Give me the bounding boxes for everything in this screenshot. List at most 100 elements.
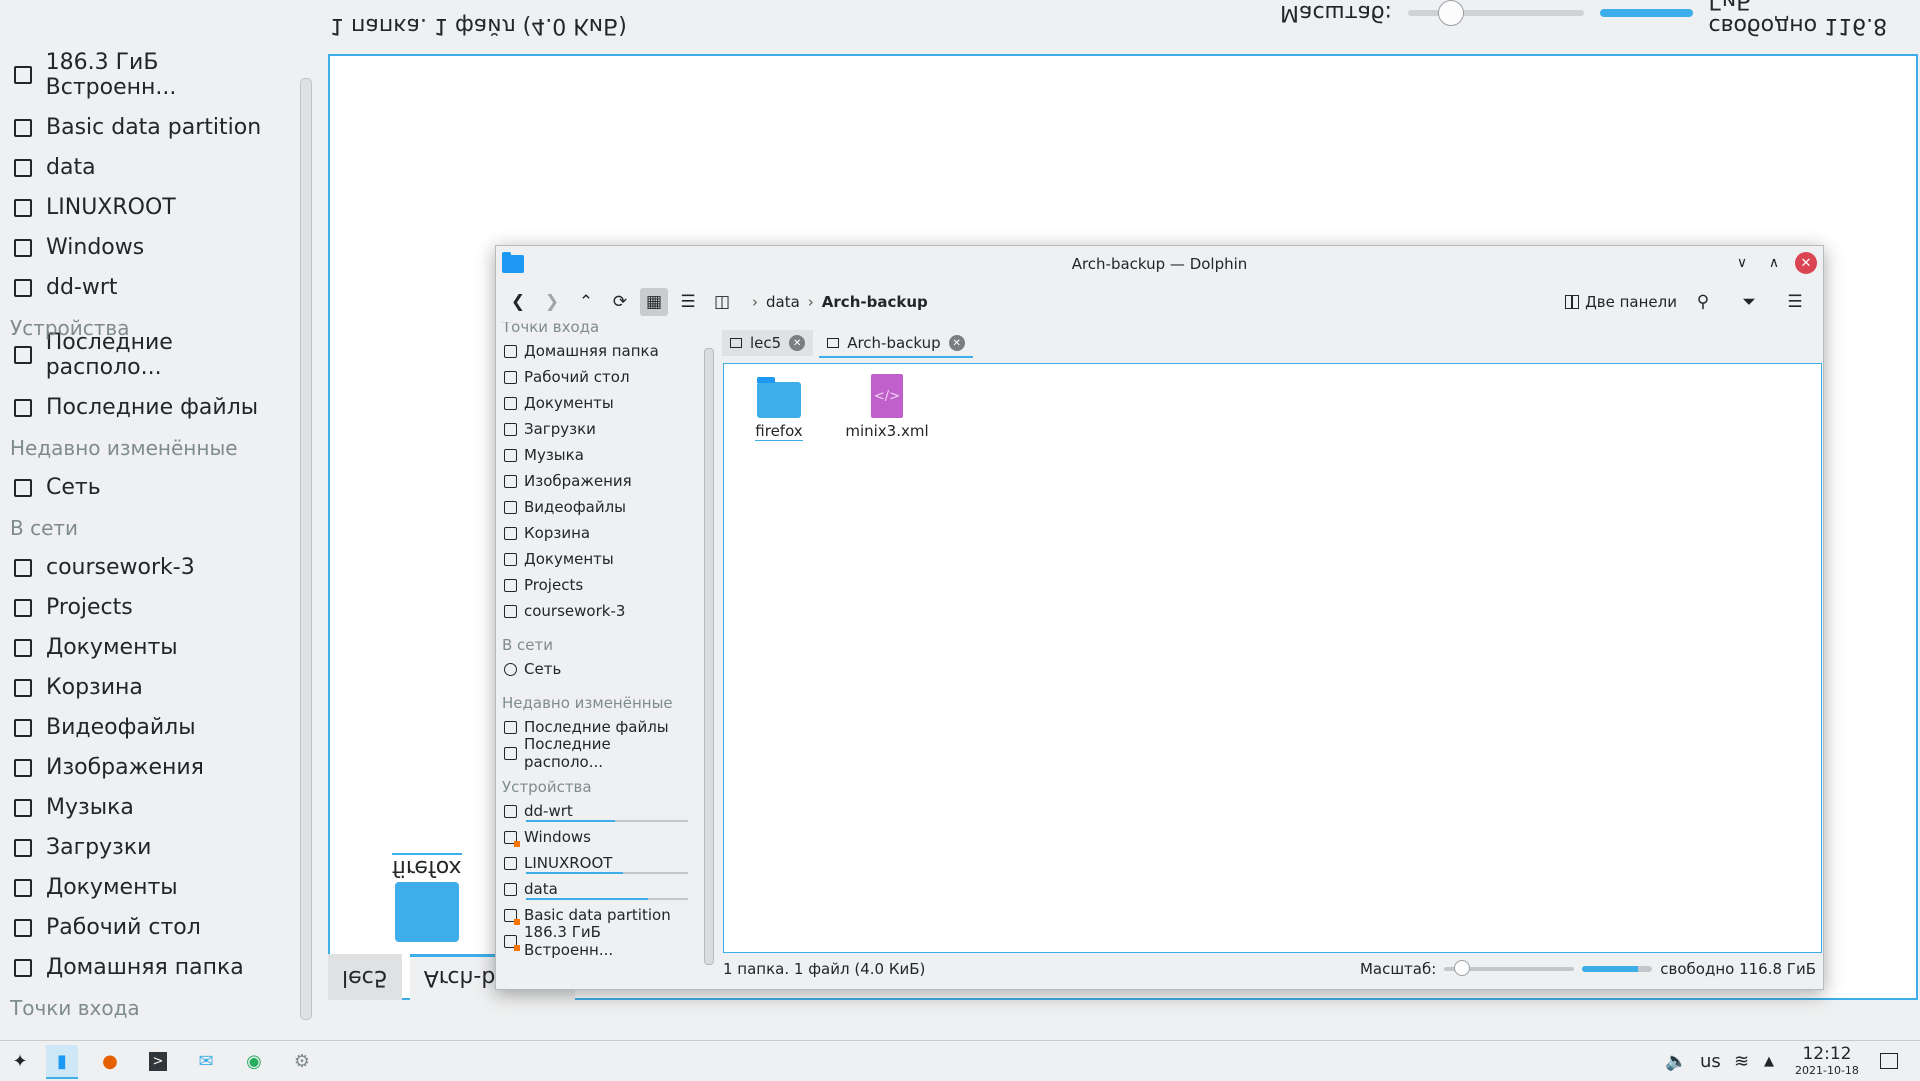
- bg-sidebar-item: Документы: [14, 875, 178, 900]
- forward-button[interactable]: ❯: [538, 288, 566, 316]
- drive-icon: [504, 830, 520, 847]
- title-bar[interactable]: Arch-backup — Dolphin ∨ ∧ ✕: [496, 246, 1823, 282]
- compact-view-button[interactable]: ☰: [674, 288, 702, 316]
- bg-place-icon: [14, 878, 32, 897]
- volume-icon[interactable]: 🔈: [1665, 1041, 1687, 1081]
- bg-status: 1 папка. 1 файл (4.0 КиБ): [330, 13, 627, 38]
- place-item-entry[interactable]: coursework-3: [496, 598, 692, 624]
- wifi-icon[interactable]: ≋: [1734, 1041, 1749, 1081]
- keyboard-layout[interactable]: us: [1700, 1041, 1721, 1081]
- taskbar-app[interactable]: ◉: [238, 1045, 270, 1077]
- place-item-entry[interactable]: Projects: [496, 572, 692, 598]
- bg-place-icon: [14, 838, 32, 857]
- zoom-knob[interactable]: [1454, 960, 1471, 976]
- tab-bar: lec5 ✕ Arch-backup ✕: [722, 330, 973, 358]
- bg-place-icon: [14, 678, 32, 697]
- bg-folder-icon: [395, 882, 459, 942]
- bg-sidebar-item: Basic data partition: [14, 115, 261, 140]
- icons-view-button[interactable]: ▦: [640, 288, 668, 316]
- dolphin-app-icon[interactable]: [502, 252, 524, 273]
- close-tab-icon[interactable]: ✕: [948, 335, 965, 351]
- place-icon: [504, 500, 517, 514]
- maximize-button[interactable]: ∧: [1763, 252, 1785, 274]
- places-scrollbar[interactable]: [704, 348, 714, 965]
- place-item-device[interactable]: LINUXROOT: [496, 850, 692, 876]
- place-item-entry[interactable]: Корзина: [496, 520, 692, 546]
- bg-place-label: data: [46, 155, 96, 180]
- place-label: dd-wrt: [524, 802, 573, 820]
- bg-folder-label: firefox: [392, 853, 462, 880]
- place-item-device[interactable]: data: [496, 876, 692, 902]
- tab-lec5[interactable]: lec5 ✕: [722, 330, 814, 356]
- close-button[interactable]: ✕: [1795, 252, 1817, 274]
- place-item-entry[interactable]: Документы: [496, 546, 692, 572]
- folder-icon: [730, 338, 742, 348]
- place-icon: [504, 604, 517, 618]
- zoom-slider[interactable]: [1444, 960, 1575, 976]
- search-button[interactable]: ⚲: [1689, 288, 1717, 316]
- back-button[interactable]: ❮: [504, 288, 532, 316]
- place-item-entry[interactable]: Домашняя папка: [496, 338, 692, 364]
- up-button[interactable]: ⌃: [572, 288, 600, 316]
- free-space-fill: [1582, 966, 1639, 972]
- place-item-entry[interactable]: Видеофайлы: [496, 494, 692, 520]
- filter-button[interactable]: ⏷: [1735, 288, 1763, 316]
- bg-sidebar-item: Музыка: [14, 795, 134, 820]
- place-item-entry[interactable]: Музыка: [496, 442, 692, 468]
- status-summary: 1 папка. 1 файл (4.0 КиБ): [723, 960, 926, 978]
- bg-sidebar-item: Домашняя папка: [14, 955, 244, 980]
- bg-place-label: Windows: [46, 235, 145, 260]
- place-item-entry[interactable]: Загрузки: [496, 416, 692, 442]
- taskbar-chat[interactable]: ✉: [190, 1045, 222, 1077]
- place-item-device[interactable]: 186.3 ГиБ Встроенн...: [496, 923, 692, 959]
- place-item-device[interactable]: dd-wrt: [496, 798, 692, 824]
- taskbar-settings[interactable]: ⚙: [286, 1045, 318, 1077]
- place-item-entry[interactable]: Рабочий стол: [496, 364, 692, 390]
- tab-label: Arch-backup: [847, 334, 941, 352]
- bg-free-bar: [1599, 9, 1693, 17]
- file-view[interactable]: firefox </> minix3.xml: [723, 363, 1822, 953]
- tab-arch-backup[interactable]: Arch-backup ✕: [819, 330, 973, 358]
- window-title: Arch-backup — Dolphin: [1071, 255, 1248, 273]
- dolphin-window[interactable]: Arch-backup — Dolphin ∨ ∧ ✕ ❮ ❯ ⌃ ⟳ ▦ ☰ …: [495, 245, 1824, 990]
- taskbar-firefox[interactable]: ●: [94, 1045, 126, 1077]
- place-icon: [504, 344, 517, 358]
- place-icon: [504, 474, 517, 488]
- place-label: coursework-3: [524, 602, 626, 620]
- tray-expand-icon[interactable]: ▲: [1764, 1041, 1774, 1081]
- file-item-minix3[interactable]: </> minix3.xml: [842, 374, 932, 440]
- network-icon: [504, 662, 517, 676]
- taskbar-dolphin[interactable]: ▮: [46, 1045, 78, 1079]
- place-item-recent[interactable]: Последние располо...: [496, 735, 692, 771]
- details-view-button[interactable]: ◫: [708, 288, 736, 316]
- reload-button[interactable]: ⟳: [606, 288, 634, 316]
- bg-sidebar-item: Видеофайлы: [14, 715, 196, 740]
- place-item-network[interactable]: Сеть: [496, 656, 692, 682]
- places-section-entry: Точки входа: [502, 322, 600, 336]
- app-launcher-button[interactable]: ✦: [4, 1045, 36, 1077]
- bg-zoom: Масштаб: свободно 116.8 ГиБ: [1280, 0, 1920, 38]
- toolbar: ❮ ❯ ⌃ ⟳ ▦ ☰ ◫ › data › Arch-backup Две п…: [496, 282, 1823, 322]
- crumb-current[interactable]: Arch-backup: [822, 293, 928, 311]
- bg-sidebar-item: LINUXROOT: [14, 195, 176, 220]
- place-item-entry[interactable]: Изображения: [496, 468, 692, 494]
- menu-button[interactable]: ☰: [1781, 288, 1809, 316]
- clock[interactable]: 12:12 2021-10-18: [1795, 1044, 1859, 1077]
- places-panel[interactable]: Точки входа Домашняя папка Рабочий стол До…: [496, 322, 692, 989]
- file-item-firefox[interactable]: firefox: [734, 374, 824, 441]
- xml-file-icon: </>: [871, 374, 903, 418]
- place-label: Корзина: [524, 524, 591, 542]
- place-item-device[interactable]: Windows: [496, 824, 692, 850]
- split-view-button[interactable]: Две панели: [1565, 293, 1677, 311]
- clock-date: 2021-10-18: [1795, 1064, 1859, 1077]
- minimize-button[interactable]: ∨: [1731, 252, 1753, 274]
- place-label: Basic data partition: [524, 906, 671, 924]
- crumb-data[interactable]: data: [766, 293, 800, 311]
- breadcrumb[interactable]: › data › Arch-backup: [752, 293, 928, 311]
- place-item-entry[interactable]: Документы: [496, 390, 692, 416]
- hamburger-icon: ☰: [1787, 292, 1803, 312]
- show-desktop-button[interactable]: [1880, 1041, 1898, 1081]
- bg-place-label: Последние файлы: [46, 395, 259, 420]
- taskbar-terminal[interactable]: >: [142, 1045, 174, 1077]
- close-tab-icon[interactable]: ✕: [789, 335, 806, 351]
